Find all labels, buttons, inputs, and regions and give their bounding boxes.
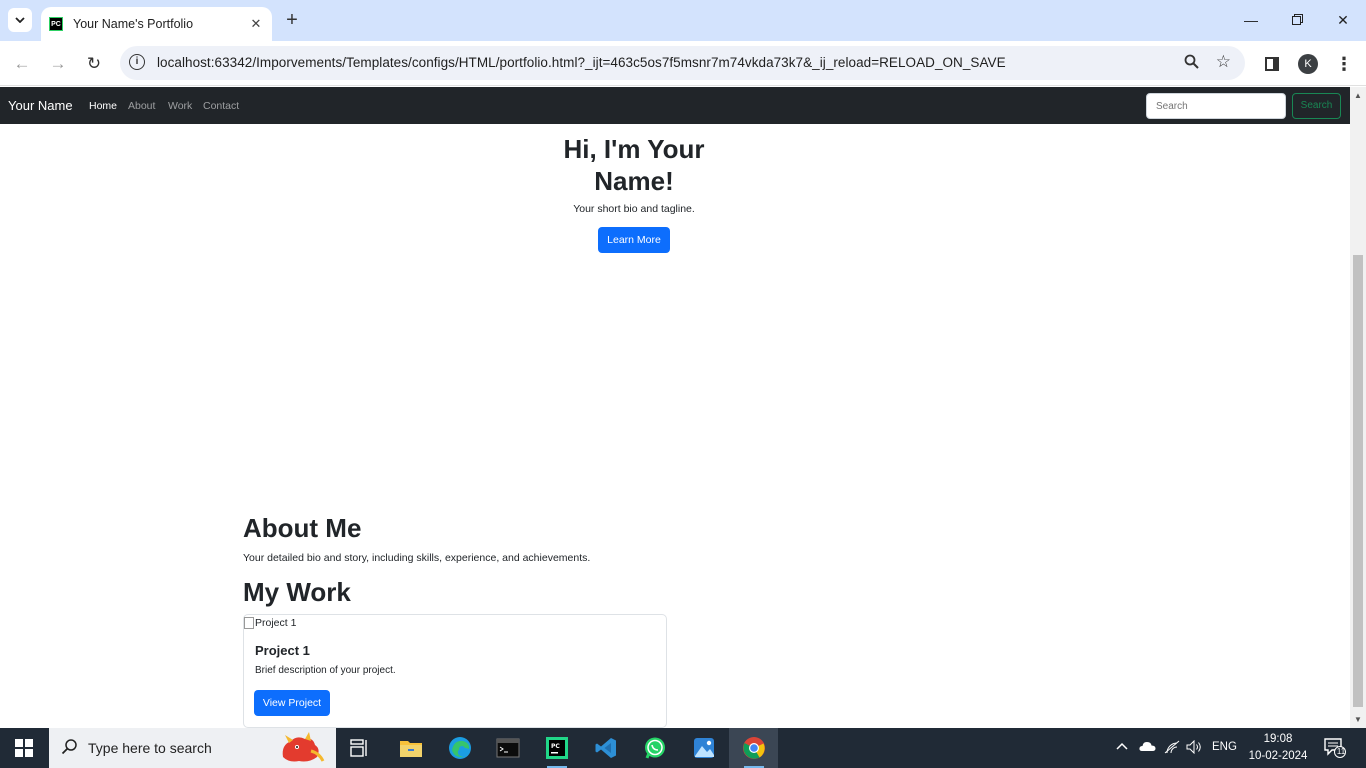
chrome-icon[interactable] (740, 734, 768, 768)
hero-title: Hi, I'm Your Name! (563, 134, 705, 196)
tab-title: Your Name's Portfolio (73, 17, 194, 31)
page-viewport: Your Name Home About Work Contact Search… (0, 87, 1366, 728)
pycharm-icon[interactable]: PC (543, 734, 571, 768)
avatar: K (1298, 54, 1318, 74)
file-explorer-icon[interactable] (397, 734, 425, 762)
wifi-icon[interactable] (1164, 740, 1180, 757)
notification-center-icon[interactable]: 11 (1324, 738, 1346, 758)
project-card: Project 1 Project 1 Brief description of… (243, 614, 667, 728)
scrollbar-thumb[interactable] (1353, 255, 1363, 707)
terminal-icon[interactable] (494, 734, 522, 762)
pycharm-favicon-icon: PC (49, 17, 63, 31)
close-tab-icon[interactable]: ✕ (248, 16, 264, 32)
profile-button[interactable]: K (1296, 52, 1320, 76)
side-panel-icon (1265, 57, 1279, 71)
scroll-up-icon[interactable]: ▲ (1354, 91, 1362, 100)
language-indicator[interactable]: ENG (1212, 741, 1237, 753)
new-tab-icon[interactable]: + (283, 9, 301, 31)
site-info-icon[interactable]: i (129, 54, 145, 70)
side-panel-button[interactable] (1260, 52, 1284, 76)
view-project-button[interactable]: View Project (254, 690, 330, 716)
project-image: Project 1 (244, 617, 296, 629)
task-view-icon[interactable] (346, 734, 374, 762)
forward-icon[interactable]: → (46, 52, 70, 76)
chevron-down-icon (15, 17, 25, 23)
restore-icon[interactable] (1274, 8, 1320, 32)
menu-button[interactable]: ⋮ (1332, 52, 1356, 76)
taskbar-clock[interactable]: 19:08 10-02-2024 (1244, 731, 1312, 765)
search-input[interactable] (1146, 93, 1286, 119)
nav-link-work[interactable]: Work (168, 100, 192, 112)
search-icon (61, 738, 78, 760)
navbar-brand[interactable]: Your Name (8, 98, 73, 113)
back-icon[interactable]: ← (10, 52, 34, 76)
windows-taskbar: Type here to search PC ENG 19:08 10-02-2… (0, 728, 1366, 768)
hero-subtitle: Your short bio and tagline. (573, 203, 695, 215)
project-description: Brief description of your project. (255, 665, 396, 676)
show-hidden-icons-icon[interactable] (1116, 739, 1128, 753)
whatsapp-icon[interactable] (641, 734, 669, 762)
minimize-icon[interactable]: — (1228, 8, 1274, 32)
clock-date: 10-02-2024 (1248, 750, 1308, 762)
work-title: My Work (243, 577, 351, 607)
edge-browser-icon[interactable] (446, 734, 474, 762)
volume-icon[interactable] (1186, 739, 1202, 757)
url-text[interactable]: localhost:63342/Imporvements/Templates/c… (157, 55, 1006, 70)
more-vertical-icon: ⋮ (1335, 53, 1353, 74)
nav-link-home[interactable]: Home (89, 100, 117, 112)
svg-text:PC: PC (551, 743, 560, 750)
about-title: About Me (243, 513, 362, 543)
address-bar[interactable]: i localhost:63342/Imporvements/Templates… (120, 46, 1245, 80)
reload-icon[interactable]: ↻ (82, 52, 106, 76)
dragon-illustration-icon (282, 732, 325, 762)
about-text: Your detailed bio and story, including s… (243, 552, 591, 564)
page-scrollbar[interactable]: ▲ ▼ (1350, 87, 1366, 728)
site-navbar: Your Name Home About Work Contact Search (0, 87, 1350, 124)
broken-image-icon (244, 617, 254, 629)
zoom-icon[interactable] (1184, 54, 1199, 73)
taskbar-search-box[interactable]: Type here to search (49, 728, 336, 768)
close-window-icon[interactable]: ✕ (1320, 8, 1366, 32)
browser-toolbar: ← → ↻ i localhost:63342/Imporvements/Tem… (0, 41, 1366, 86)
project-title: Project 1 (255, 643, 310, 658)
photos-icon[interactable] (690, 734, 718, 762)
taskbar-search-placeholder: Type here to search (88, 740, 212, 756)
project-image-alt: Project 1 (255, 617, 297, 629)
windows-start-icon[interactable] (15, 739, 33, 757)
search-button[interactable]: Search (1292, 93, 1341, 119)
vscode-icon[interactable] (592, 734, 620, 762)
nav-link-about[interactable]: About (128, 100, 155, 112)
bookmark-star-icon[interactable]: ☆ (1216, 52, 1231, 72)
notification-count: 11 (1336, 747, 1346, 756)
nav-link-contact[interactable]: Contact (203, 100, 239, 112)
tab-search-button[interactable] (8, 8, 32, 32)
onedrive-cloud-icon[interactable] (1139, 741, 1156, 755)
browser-tab-strip: PC Your Name's Portfolio ✕ + — ✕ (0, 0, 1366, 41)
learn-more-button[interactable]: Learn More (598, 227, 670, 253)
browser-tab-active[interactable]: PC Your Name's Portfolio ✕ (41, 7, 272, 41)
scroll-down-icon[interactable]: ▼ (1354, 715, 1362, 724)
clock-time: 19:08 (1263, 733, 1293, 745)
